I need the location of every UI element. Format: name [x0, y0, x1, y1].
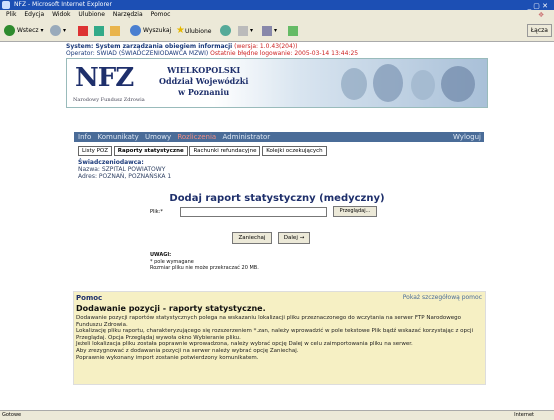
form-title: Dodaj raport statystyczny (medyczny)	[169, 193, 385, 204]
window-title: NFZ - Microsoft Internet Explorer	[14, 1, 112, 8]
system-header: System: System zarządzania obiegiem info…	[66, 43, 359, 57]
stop-button[interactable]	[78, 24, 90, 37]
nav-administrator[interactable]: Administrator	[222, 133, 270, 141]
menu-favorites[interactable]: Ulubione	[78, 11, 105, 18]
help-header: Pomoc	[76, 294, 103, 302]
mail-icon	[262, 25, 272, 36]
nav-rozliczenia[interactable]: Rozliczenia	[177, 133, 216, 141]
messenger-icon	[288, 25, 298, 36]
file-input[interactable]	[180, 207, 327, 217]
back-button[interactable]: Wstecz ▾	[4, 24, 43, 37]
tab-listy-poz[interactable]: Listy POZ	[78, 146, 113, 156]
search-icon	[130, 25, 141, 36]
menu-view[interactable]: Widok	[52, 11, 70, 18]
tab-rachunki-refundacyjne[interactable]: Rachunki refundacyjne	[189, 146, 261, 156]
refresh-button[interactable]	[94, 24, 106, 37]
provider-info: Świadczeniodawca: Nazwa: SZPITAL POWIATO…	[78, 159, 171, 180]
history-button[interactable]: ▾	[238, 24, 253, 37]
menu-bar: Plik Edycja Widok Ulubione Narzędzia Pom…	[0, 10, 554, 20]
provider-address: Adres: POZNAŃ, POZNAŃSKA 1	[78, 173, 172, 180]
main-nav: Info Komunikaty Umowy Rozliczenia Admini…	[74, 132, 484, 142]
forward-arrow-icon	[50, 25, 61, 36]
stop-icon	[78, 25, 88, 36]
menu-file[interactable]: Plik	[6, 11, 16, 18]
windows-logo-icon: ❖	[538, 11, 545, 19]
nav-umowy[interactable]: Umowy	[145, 133, 171, 141]
history-icon	[238, 25, 248, 36]
window-titlebar: NFZ - Microsoft Internet Explorer _ ▢ ✕	[0, 0, 554, 10]
home-button[interactable]	[110, 24, 122, 37]
star-icon: ★	[176, 25, 185, 36]
menu-tools[interactable]: Narzędzia	[113, 11, 143, 18]
sub-tabs: Listy POZ Raporty statystyczne Rachunki …	[78, 146, 327, 156]
cancel-button[interactable]: Zaniechaj	[232, 232, 272, 244]
nfz-logo: NFZ	[75, 63, 134, 93]
logout-link[interactable]: Wyloguj	[453, 132, 481, 142]
help-body: Dodawanie pozycji raportów statystycznyc…	[76, 315, 474, 361]
help-title: Dodawanie pozycji - raporty statystyczne…	[76, 304, 266, 313]
forward-button[interactable]: ▾	[50, 24, 66, 37]
links-button[interactable]: Łącza	[526, 24, 552, 37]
favorites-button[interactable]: ★Ulubione	[176, 24, 211, 37]
file-label: Plik:*	[150, 209, 163, 215]
tab-raporty-statystyczne[interactable]: Raporty statystyczne	[113, 146, 188, 156]
media-button[interactable]	[220, 24, 233, 37]
branch-name: WIELKOPOLSKI Oddział Wojewódzki w Poznan…	[159, 65, 249, 97]
messenger-button[interactable]	[288, 24, 300, 37]
tab-kolejki-oczekujacych[interactable]: Kolejki oczekujących	[262, 146, 327, 156]
next-button[interactable]: Dalej →	[278, 232, 310, 244]
provider-header: Świadczeniodawca:	[78, 159, 144, 166]
menu-help[interactable]: Pomoc	[151, 11, 171, 18]
mail-button[interactable]: ▾	[262, 24, 277, 37]
media-icon	[220, 25, 231, 36]
page-content: System: System zarządzania obiegiem info…	[0, 42, 554, 385]
nfz-logo-subtitle: Narodowy Fundusz Zdrowia	[73, 97, 145, 103]
provider-name: Nazwa: SZPITAL POWIATOWY	[78, 166, 166, 173]
nav-komunikaty[interactable]: Komunikaty	[97, 133, 138, 141]
browser-toolbar: Wstecz ▾ ▾ Wyszukaj ★Ulubione ▾ ▾ Łącza	[0, 20, 554, 42]
nav-info[interactable]: Info	[78, 133, 91, 141]
search-button[interactable]: Wyszukaj	[130, 24, 171, 37]
home-icon	[110, 25, 120, 36]
help-panel: Pomoc Pokaż szczegółową pomoc Dodawanie …	[73, 291, 486, 385]
nfz-banner: NFZ Narodowy Fundusz Zdrowia WIELKOPOLSK…	[66, 58, 488, 108]
refresh-icon	[94, 25, 104, 36]
form-notes: UWAGI: * pole wymagane Rozmiar pliku nie…	[150, 252, 259, 271]
back-arrow-icon	[4, 25, 15, 36]
ie-icon	[2, 1, 10, 9]
menu-edit[interactable]: Edycja	[24, 11, 44, 18]
detailed-help-link[interactable]: Pokaż szczegółową pomoc	[403, 294, 482, 301]
banner-photo	[333, 62, 483, 104]
browse-button[interactable]: Przeglądaj...	[333, 206, 377, 217]
